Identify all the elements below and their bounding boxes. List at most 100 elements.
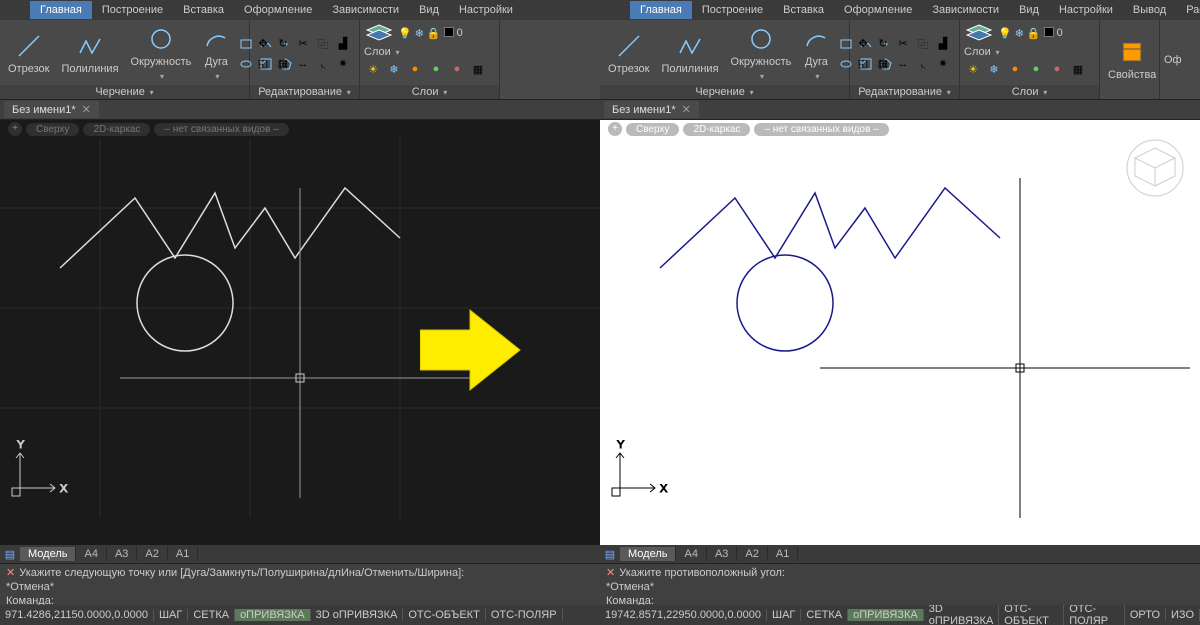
tool-arc[interactable]: Дуга▾ [799,24,833,83]
tab-constraints[interactable]: Зависимости [922,1,1009,19]
add-view-button[interactable]: + [8,122,22,136]
tool-segment[interactable]: Отрезок [604,31,653,77]
panel-draw-label: Черчение ▾ [600,85,849,99]
layout-tab-a3[interactable]: A3 [707,547,737,561]
tab-settings[interactable]: Настройки [449,1,523,19]
layers-button[interactable] [364,22,394,44]
copy-icon: ⿻ [915,36,931,52]
status-grid[interactable]: СЕТКА [801,609,848,621]
properties-button[interactable]: Свойства [1104,37,1160,83]
tool-circle[interactable]: Окружность▾ [127,24,196,83]
edit-icons[interactable]: ✥↻✂⿻▟ ◱▦↔◟✷ [254,35,352,73]
tab-build[interactable]: Построение [692,1,773,19]
add-view-button[interactable]: + [608,122,622,136]
polyline-entity [60,188,400,268]
view-style-pill[interactable]: 2D-каркас [83,123,150,136]
status-polar[interactable]: ОТС-ПОЛЯР [1064,605,1125,625]
layout-tab-a4[interactable]: A4 [76,547,106,561]
layer-tools[interactable]: ☀❄●●●▦ [964,60,1087,78]
document-tab[interactable]: Без имени1*✕ [4,101,99,118]
layout-tab-model[interactable]: Модель [620,547,676,561]
status-osnap[interactable]: оПРИВЯЗКА [235,609,311,621]
layers-label[interactable]: Слои ▾ [364,46,400,58]
layer-state-icons[interactable]: 💡❄🔒0 [398,27,463,40]
tab-home[interactable]: Главная [630,1,692,19]
panel-layers: 💡❄🔒0 Слои ▾ ☀❄●●●▦ Слои ▾ [360,20,500,99]
layers-button[interactable] [964,22,994,44]
tab-build[interactable]: Построение [92,1,173,19]
tool-polyline[interactable]: Полилиния [657,31,722,77]
panel-edit: ✥↻✂⿻▟ ◱▦↔◟✷ Редактирование ▾ [850,20,960,99]
tool-arc[interactable]: Дуга▾ [199,24,233,83]
layout-tab-a3[interactable]: A3 [107,547,137,561]
tab-output[interactable]: Вывод [1123,1,1176,19]
panel-draw-label: Черчение ▾ [0,85,249,99]
close-icon[interactable]: ✕ [82,103,91,116]
status-otrack[interactable]: ОТС-ОБЪЕКТ [999,605,1064,625]
command-line[interactable]: ✕Укажите противоположный угол: *Отмена* … [600,563,1200,605]
tool-polyline[interactable]: Полилиния [57,31,122,77]
view-linked-pill[interactable]: – нет связанных видов – [754,123,888,136]
layout-icon[interactable]: ▤ [0,548,20,561]
tab-view[interactable]: Вид [1009,1,1049,19]
panel-draw: Отрезок Полилиния Окружность▾ Дуга▾ Черч… [600,20,850,99]
document-tab[interactable]: Без имени1*✕ [604,101,699,118]
layout-tab-a1[interactable]: A1 [168,547,198,561]
fillet-icon: ◟ [915,56,931,72]
status-ortho[interactable]: ОРТО [1125,609,1166,621]
tool-segment[interactable]: Отрезок [4,31,53,77]
layout-tab-model[interactable]: Модель [20,547,76,561]
view-top-pill[interactable]: Сверху [626,123,679,136]
tab-view[interactable]: Вид [409,1,449,19]
tab-constraints[interactable]: Зависимости [322,1,409,19]
layout-tab-a2[interactable]: A2 [737,547,767,561]
tab-insert[interactable]: Вставка [773,1,834,19]
status-osnap[interactable]: оПРИВЯЗКА [848,609,924,621]
mirror-icon: ▟ [935,36,951,52]
ribbon: Отрезок Полилиния Окружность▾ Дуга▾ Черч… [600,20,1200,100]
tab-format[interactable]: Оформление [834,1,922,19]
mirror-icon: ▟ [335,36,351,52]
tab-home[interactable]: Главная [30,1,92,19]
edit-icons[interactable]: ✥↻✂⿻▟ ◱▦↔◟✷ [854,35,952,73]
tab-insert[interactable]: Вставка [173,1,234,19]
drawing-canvas-light[interactable]: XY [600,138,1200,545]
view-linked-pill[interactable]: – нет связанных видов – [154,123,288,136]
tab-settings[interactable]: Настройки [1049,1,1123,19]
layout-tab-a2[interactable]: A2 [137,547,167,561]
svg-text:Y: Y [617,439,625,451]
panel-layers-label: Слои ▾ [360,85,499,99]
trim-icon: ✂ [895,36,911,52]
status-bar: 971.4286,21150.0000,0.0000 ШАГ СЕТКА оПР… [0,605,600,625]
move-icon: ✥ [855,36,871,52]
layer-tools[interactable]: ☀❄●●●▦ [364,60,487,78]
panel-draw: Отрезок Полилиния Окружность▾ Дуга▾ Черч… [0,20,250,99]
explode-icon: ✷ [935,56,951,72]
status-grid[interactable]: СЕТКА [188,609,235,621]
status-step[interactable]: ШАГ [767,609,801,621]
tab-format[interactable]: Оформление [234,1,322,19]
layout-tab-a1[interactable]: A1 [768,547,798,561]
view-style-pill[interactable]: 2D-каркас [683,123,750,136]
svg-text:Y: Y [17,439,25,451]
layer-state-icons[interactable]: 💡❄🔒0 [998,27,1063,40]
layout-icon[interactable]: ▤ [600,548,620,561]
layout-tab-a4[interactable]: A4 [676,547,706,561]
command-line[interactable]: ✕Укажите следующую точку или [Дуга/Замкн… [0,563,600,605]
status-step[interactable]: ШАГ [154,609,188,621]
ucs-icon: XY [612,439,668,496]
status-3dosnap[interactable]: 3D оПРИВЯЗКА [311,609,404,621]
close-icon[interactable]: ✕ [682,103,691,116]
status-otrack[interactable]: ОТС-ОБЪЕКТ [403,609,485,621]
svg-text:X: X [660,483,668,495]
scale-icon: ◱ [855,56,871,72]
copy-icon: ⿻ [315,36,331,52]
tool-circle[interactable]: Окружность▾ [727,24,796,83]
status-polar[interactable]: ОТС-ПОЛЯР [486,609,563,621]
tab-raster[interactable]: Растр [1176,1,1200,19]
status-3dosnap[interactable]: 3D оПРИВЯЗКА [924,605,1000,625]
layers-label[interactable]: Слои ▾ [964,46,1000,58]
view-top-pill[interactable]: Сверху [26,123,79,136]
document-bar: Без имени1*✕ [0,100,600,120]
status-iso[interactable]: ИЗО [1166,609,1200,621]
